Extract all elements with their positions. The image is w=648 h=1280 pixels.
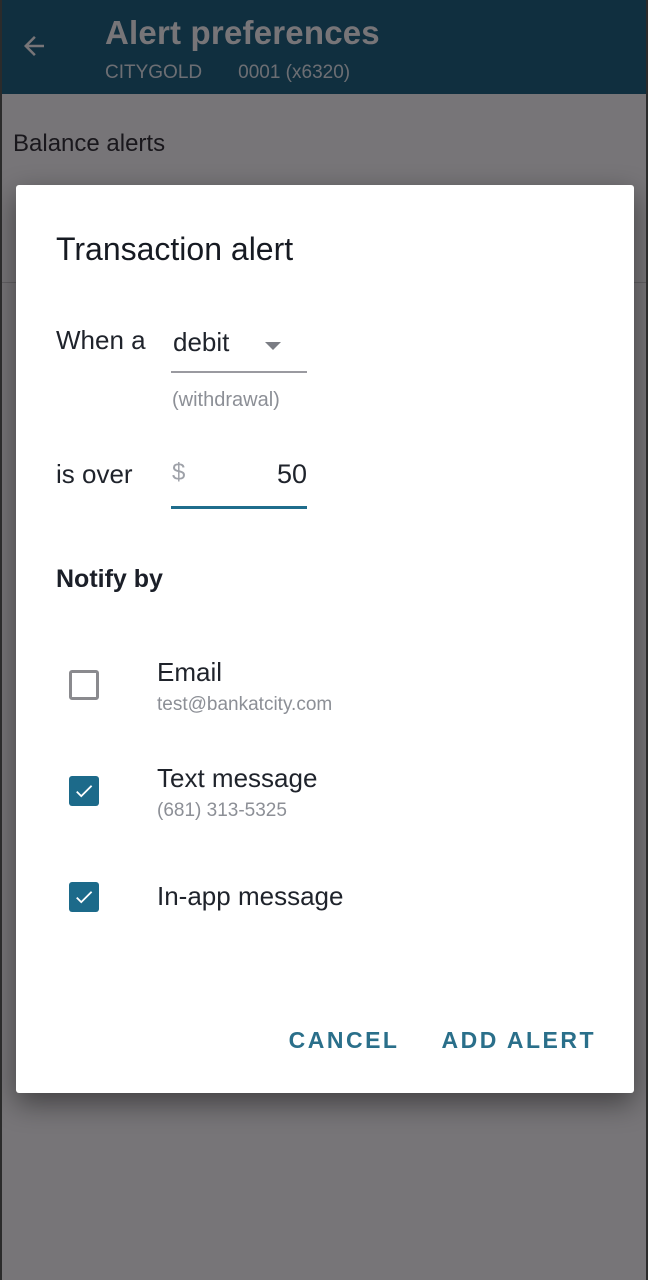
dialog-title: Transaction alert — [56, 231, 294, 267]
when-label: When a — [56, 325, 146, 355]
transaction-type-select[interactable]: debit — [171, 323, 307, 373]
amount-value: 50 — [276, 459, 307, 489]
transaction-type-value: debit — [173, 327, 230, 357]
text-message-checkbox[interactable] — [69, 776, 99, 806]
option-detail: (681) 313-5325 — [157, 800, 287, 821]
check-icon — [76, 785, 93, 798]
dialog-actions: CANCEL ADD ALERT — [289, 1027, 596, 1054]
amount-label: is over — [56, 459, 133, 489]
currency-symbol: $ — [172, 459, 186, 486]
cancel-button[interactable]: CANCEL — [289, 1027, 400, 1054]
email-checkbox[interactable] — [69, 670, 99, 700]
notify-by-heading: Notify by — [56, 565, 163, 593]
in-app-message-checkbox[interactable] — [69, 882, 99, 912]
transaction-type-helper: (withdrawal) — [172, 389, 280, 411]
check-icon — [76, 891, 93, 904]
screen: Alert preferences CITYGOLD 0001 (x6320) … — [2, 0, 646, 1280]
dropdown-arrow-icon — [265, 342, 281, 350]
option-detail: test@bankatcity.com — [157, 694, 333, 715]
option-label: Email — [157, 657, 223, 687]
amount-input[interactable]: $ 50 — [171, 453, 307, 509]
option-label: In-app message — [157, 881, 344, 911]
add-alert-button[interactable]: ADD ALERT — [441, 1027, 596, 1054]
transaction-alert-dialog: Transaction alert When a debit (withdraw… — [16, 185, 634, 1093]
option-label: Text message — [157, 763, 318, 793]
